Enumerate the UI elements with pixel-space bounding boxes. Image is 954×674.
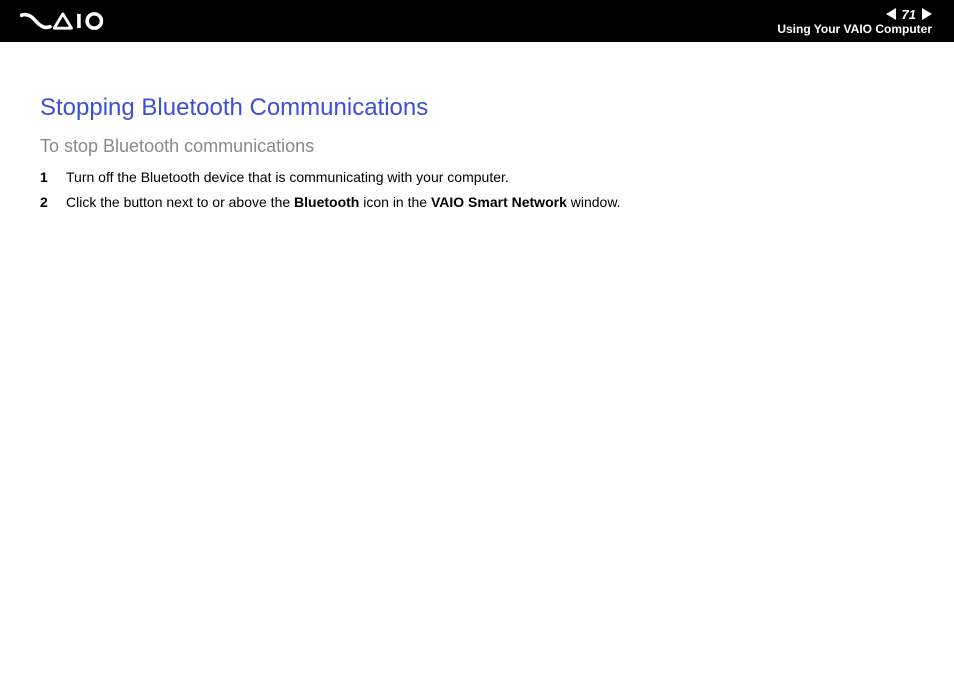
vaio-logo bbox=[20, 11, 120, 31]
section-label: Using Your VAIO Computer bbox=[777, 22, 932, 36]
prev-page-arrow[interactable] bbox=[886, 8, 896, 20]
next-page-arrow[interactable] bbox=[922, 8, 932, 20]
page-nav: 71 bbox=[886, 8, 932, 21]
content-area: Stopping Bluetooth Communications To sto… bbox=[0, 42, 954, 213]
header-right: 71 Using Your VAIO Computer bbox=[777, 0, 932, 42]
header-bar: 71 Using Your VAIO Computer bbox=[0, 0, 954, 42]
page-title: Stopping Bluetooth Communications bbox=[40, 94, 914, 122]
page-number: 71 bbox=[902, 8, 916, 21]
steps-list: Turn off the Bluetooth device that is co… bbox=[40, 167, 914, 213]
step-text: Click the button next to or above the Bl… bbox=[66, 192, 621, 213]
step-item: Turn off the Bluetooth device that is co… bbox=[40, 167, 914, 188]
page-subtitle: To stop Bluetooth communications bbox=[40, 136, 914, 157]
step-item: Click the button next to or above the Bl… bbox=[40, 192, 914, 213]
step-text: Turn off the Bluetooth device that is co… bbox=[66, 167, 509, 188]
